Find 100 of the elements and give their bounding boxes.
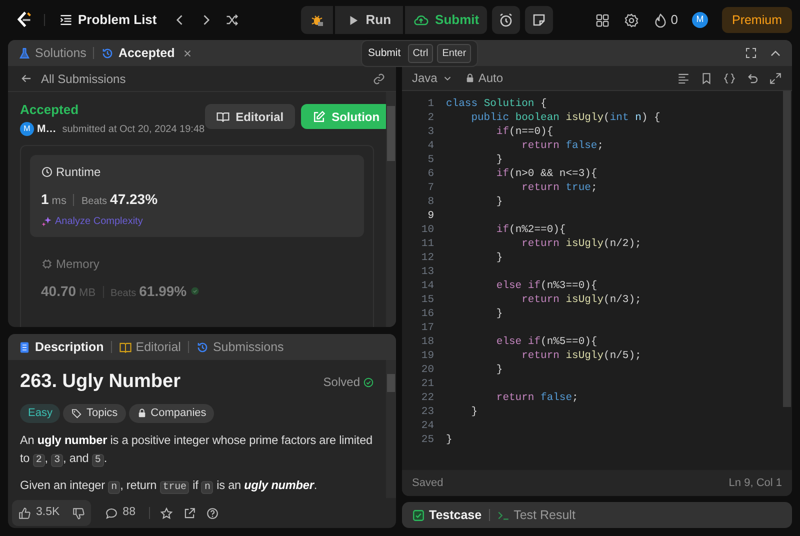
panel-tab[interactable]: Solutions: [18, 44, 86, 62]
line-number: 3: [426, 125, 435, 139]
sparkle-icon: [41, 216, 52, 228]
link-icon[interactable]: [372, 72, 386, 86]
code-line: class Solution {: [446, 97, 547, 111]
format-icon[interactable]: [677, 72, 690, 84]
line-number: 16: [420, 307, 435, 321]
check-icon: [363, 376, 374, 388]
panel-tab[interactable]: Test Result: [496, 506, 576, 524]
share-icon[interactable]: [183, 506, 196, 520]
metric-title: Runtime: [56, 164, 101, 182]
line-number: 6: [426, 167, 435, 181]
line-number: 5: [426, 153, 435, 167]
code-line: public boolean isUgly(int n) {: [470, 111, 660, 125]
comment-icon: [104, 506, 118, 520]
comments-button[interactable]: 88: [100, 504, 140, 522]
expand-icon[interactable]: [769, 72, 782, 84]
history-icon: [101, 46, 114, 60]
layout-icon[interactable]: [594, 12, 610, 28]
line-number: 7: [426, 181, 435, 195]
line-number: 11: [420, 237, 435, 251]
metric-value: 40.70: [41, 282, 76, 302]
braces-icon[interactable]: [723, 72, 736, 84]
lock-icon: [465, 73, 476, 83]
companies-tag[interactable]: Companies: [128, 404, 214, 422]
difficulty-tag[interactable]: Easy: [20, 404, 60, 422]
code-line: }: [495, 307, 503, 321]
code-line: if(n%2==0){: [495, 223, 566, 237]
solved-status: Solved: [323, 374, 360, 392]
code-line: return false;: [520, 139, 604, 153]
avatar[interactable]: M: [692, 12, 708, 28]
thumbs-up-icon: [18, 506, 31, 520]
line-number: 21: [420, 377, 435, 391]
badge-icon: [190, 286, 200, 296]
line-number: 9: [426, 209, 435, 223]
editorial-button[interactable]: Editorial: [204, 104, 295, 129]
line-number: 22: [420, 391, 435, 405]
panel-tab[interactable]: Editorial: [118, 338, 181, 356]
line-number: 15: [420, 293, 435, 307]
code-line: }: [495, 153, 503, 167]
back-arrow-icon: [20, 72, 33, 85]
mode-label: Auto: [478, 70, 504, 87]
timer-button[interactable]: [492, 6, 520, 34]
pencil-icon: [312, 110, 326, 124]
document-icon: [18, 340, 31, 354]
line-number: 23: [420, 405, 435, 419]
code-line: else if(n%3==0){: [495, 279, 598, 293]
line-number: 2: [426, 111, 435, 125]
line-number: 13: [420, 265, 435, 279]
lock-icon: [136, 408, 147, 418]
submission-status: Accepted: [20, 101, 80, 119]
fullscreen-icon[interactable]: [745, 46, 757, 58]
description-paragraph: Given an integer n , return true if n is an ugly number.: [20, 476, 318, 496]
panel-tab[interactable]: Accepted: [101, 44, 175, 62]
problem-list-link[interactable]: Problem List: [55, 10, 161, 30]
metric-unit: ms: [52, 194, 66, 210]
bookmark-icon[interactable]: [700, 72, 713, 84]
panel-tab[interactable]: Submissions: [196, 338, 284, 356]
help-icon[interactable]: [206, 506, 220, 520]
checkbox-icon: [412, 508, 425, 522]
alarm-icon: [498, 12, 514, 28]
reset-icon[interactable]: [746, 72, 759, 84]
star-icon[interactable]: [160, 506, 174, 520]
code-line: }: [446, 433, 452, 447]
notes-button[interactable]: [525, 6, 554, 34]
language-dropdown[interactable]: Java: [412, 69, 454, 87]
scrollbar[interactable]: [782, 91, 792, 470]
metric-card[interactable]: Runtime 1 ms Beats 47.23% Analyze Complexity: [30, 155, 364, 238]
panel-tab[interactable]: Testcase: [412, 506, 482, 524]
panel-tab[interactable]: Description: [18, 338, 104, 356]
settings-icon[interactable]: [624, 12, 639, 28]
scrollbar[interactable]: [386, 92, 396, 327]
run-button[interactable]: Run: [334, 6, 404, 34]
submitted-time: submitted at Oct 20, 2024 19:48: [62, 122, 205, 137]
submit-button[interactable]: Submit: [405, 6, 488, 34]
code-line: if(n>0 && n<=3){: [495, 167, 598, 181]
thumbs-down-icon: [72, 506, 85, 520]
code-line: }: [495, 363, 503, 377]
clock-icon: [41, 166, 53, 178]
line-number: 24: [420, 419, 435, 433]
note-icon: [531, 12, 548, 28]
scrollbar[interactable]: [386, 360, 396, 498]
metric-value: 1: [41, 190, 49, 210]
line-number: 12: [420, 251, 435, 265]
shuffle-icon[interactable]: [224, 13, 239, 27]
beats-percent: 47.23%: [110, 190, 158, 210]
history-icon: [196, 340, 209, 354]
back-link[interactable]: All Submissions: [16, 70, 130, 88]
premium-button[interactable]: Premium: [722, 7, 792, 33]
debug-button[interactable]: [300, 6, 333, 34]
key-cap: Ctrl: [408, 44, 434, 63]
close-icon[interactable]: [182, 48, 193, 58]
code-line: return isUgly(n/2);: [520, 237, 642, 251]
topics-tag[interactable]: Topics: [63, 404, 126, 422]
save-status: Saved: [412, 476, 444, 491]
code-line: return false;: [495, 391, 578, 405]
book-icon: [216, 110, 230, 124]
line-number: 19: [420, 349, 435, 363]
list-icon: [59, 13, 73, 27]
book-icon: [118, 340, 132, 354]
